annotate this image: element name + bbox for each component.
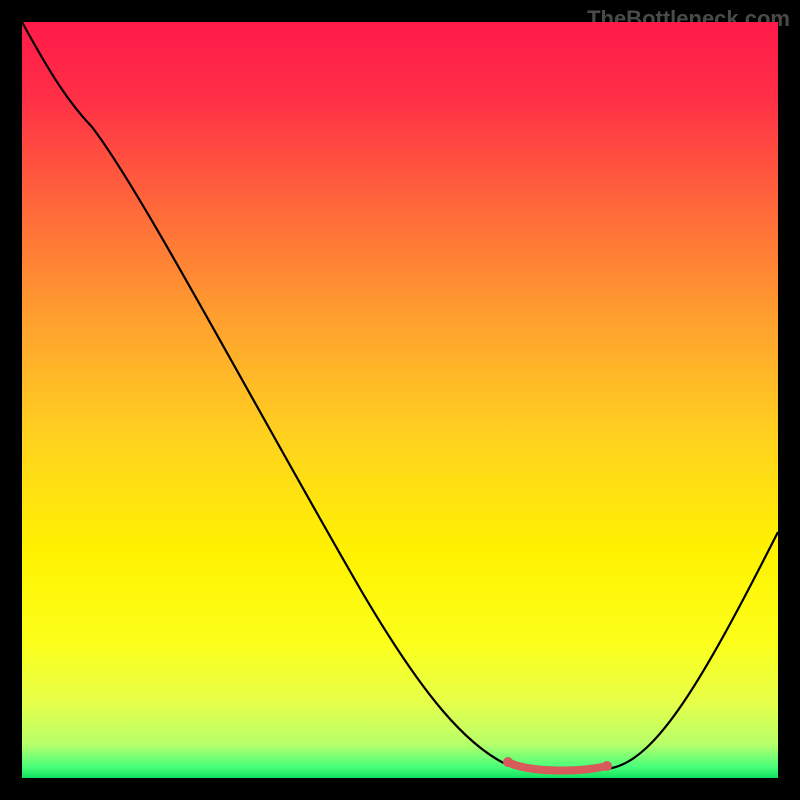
- bottleneck-curve: [22, 22, 778, 778]
- chart-container: TheBottleneck.com: [0, 0, 800, 800]
- plot-area: [22, 22, 778, 778]
